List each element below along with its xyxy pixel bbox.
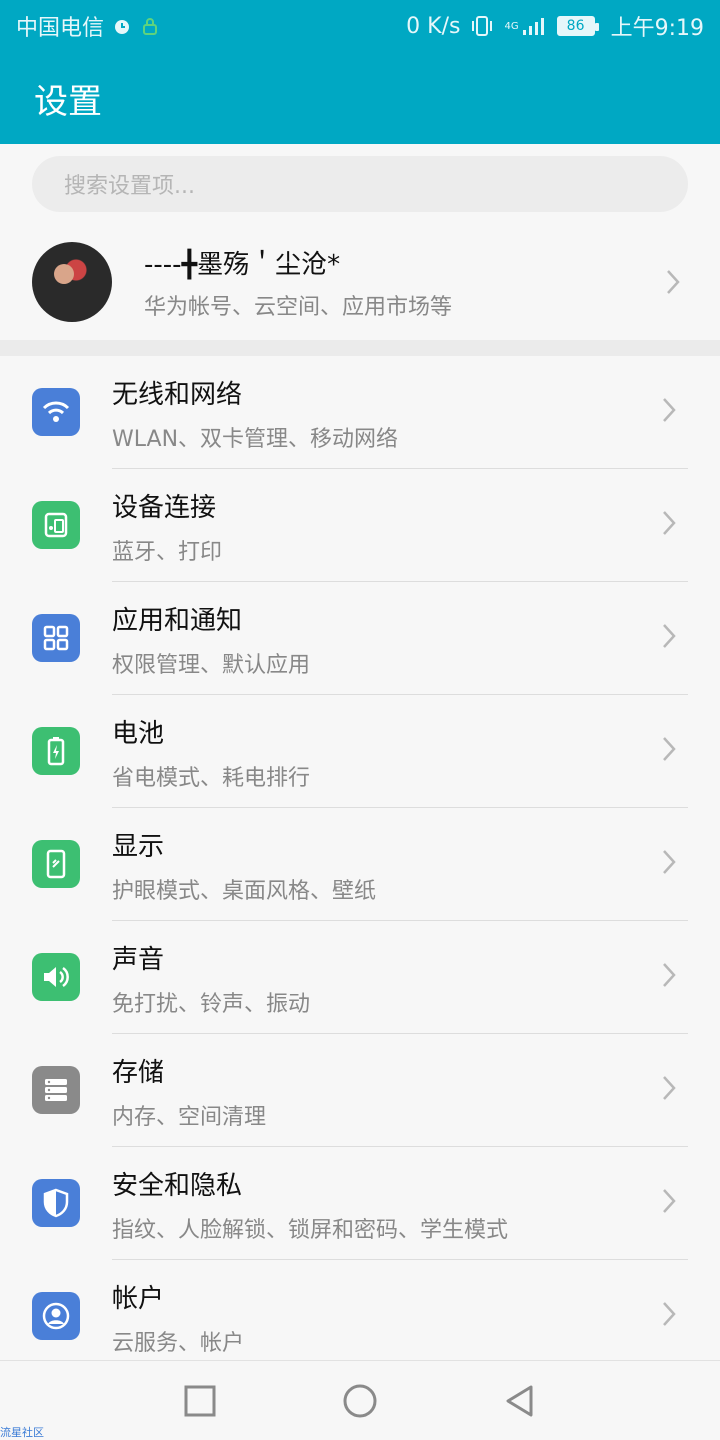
item-title: 设备连接	[112, 493, 217, 523]
item-title: 应用和通知	[112, 606, 243, 636]
settings-content[interactable]: 搜索设置项... ----╋墨殇＇尘沧* 华为帐号、云空间、应用市场等 无线和网…	[0, 144, 720, 1360]
vibrate-icon	[470, 15, 494, 37]
navigation-bar	[0, 1360, 720, 1440]
item-title: 无线和网络	[112, 380, 243, 410]
account-icon	[32, 1292, 80, 1340]
signal-icon: 4G	[504, 16, 546, 36]
item-subtitle: 免打扰、铃声、振动	[112, 992, 311, 1017]
back-button[interactable]	[440, 1361, 600, 1440]
speaker-icon	[32, 953, 80, 1001]
home-button[interactable]	[280, 1361, 440, 1440]
item-subtitle: 蓝牙、打印	[112, 540, 223, 565]
page-title: 设置	[34, 81, 102, 122]
settings-item-device-connection[interactable]: 设备连接 蓝牙、打印	[0, 469, 720, 582]
search-placeholder: 搜索设置项...	[64, 174, 195, 199]
item-title: 电池	[112, 719, 165, 749]
clock: 上午9:19	[610, 16, 704, 41]
item-subtitle: 省电模式、耗电排行	[112, 766, 311, 791]
section-divider	[0, 340, 720, 356]
device-connection-icon	[32, 501, 80, 549]
network-speed: 0 K/s	[406, 13, 461, 39]
item-title: 声音	[112, 945, 165, 975]
item-title: 显示	[112, 832, 165, 862]
shield-icon	[32, 1179, 80, 1227]
chevron-right-icon	[658, 268, 688, 296]
item-title: 安全和隐私	[112, 1171, 243, 1201]
chevron-right-icon	[654, 509, 684, 537]
display-icon	[32, 840, 80, 888]
recent-apps-button[interactable]	[120, 1361, 280, 1440]
battery-indicator: 86	[556, 16, 599, 36]
account-subtitle: 华为帐号、云空间、应用市场等	[144, 294, 453, 320]
search-container: 搜索设置项...	[0, 144, 720, 224]
settings-list: 无线和网络 WLAN、双卡管理、移动网络 设备连接 蓝牙、打印 应用和通知 权限…	[0, 356, 720, 1360]
item-subtitle: 云服务、帐户	[112, 1331, 245, 1356]
chevron-right-icon	[654, 1300, 684, 1328]
item-subtitle: WLAN、双卡管理、移动网络	[112, 427, 399, 452]
chevron-right-icon	[654, 961, 684, 989]
back-triangle-icon	[506, 1385, 533, 1416]
lock-notification-icon	[140, 16, 160, 36]
settings-item-sound[interactable]: 声音 免打扰、铃声、振动	[0, 921, 720, 1034]
item-title: 存储	[112, 1058, 165, 1088]
chevron-right-icon	[654, 735, 684, 763]
watermark-text: 流星社区	[0, 1426, 44, 1439]
alarm-icon	[112, 16, 132, 36]
item-subtitle: 护眼模式、桌面风格、壁纸	[112, 879, 377, 904]
wifi-icon	[32, 388, 80, 436]
app-bar: 设置	[0, 52, 720, 144]
chevron-right-icon	[654, 1074, 684, 1102]
storage-icon	[32, 1066, 80, 1114]
chevron-right-icon	[654, 1187, 684, 1215]
settings-item-storage[interactable]: 存储 内存、空间清理	[0, 1034, 720, 1147]
account-row[interactable]: ----╋墨殇＇尘沧* 华为帐号、云空间、应用市场等	[0, 224, 720, 340]
settings-item-security-privacy[interactable]: 安全和隐私 指纹、人脸解锁、锁屏和密码、学生模式	[0, 1147, 720, 1260]
network-type: 4G	[504, 20, 519, 32]
item-subtitle: 内存、空间清理	[112, 1105, 267, 1130]
settings-item-wireless-network[interactable]: 无线和网络 WLAN、双卡管理、移动网络	[0, 356, 720, 469]
chevron-right-icon	[654, 848, 684, 876]
item-title: 帐户	[112, 1284, 165, 1314]
item-subtitle: 权限管理、默认应用	[112, 653, 311, 678]
apps-grid-icon	[32, 614, 80, 662]
chevron-right-icon	[654, 622, 684, 650]
account-name: ----╋墨殇＇尘沧*	[144, 249, 341, 280]
item-subtitle: 指纹、人脸解锁、锁屏和密码、学生模式	[112, 1218, 509, 1243]
battery-icon	[32, 727, 80, 775]
square-icon	[184, 1385, 216, 1416]
avatar	[32, 242, 112, 322]
settings-item-account[interactable]: 帐户 云服务、帐户	[0, 1260, 720, 1360]
settings-item-apps-notifications[interactable]: 应用和通知 权限管理、默认应用	[0, 582, 720, 695]
search-input[interactable]: 搜索设置项...	[32, 156, 688, 212]
chevron-right-icon	[654, 396, 684, 424]
circle-icon	[343, 1384, 377, 1417]
settings-item-battery[interactable]: 电池 省电模式、耗电排行	[0, 695, 720, 808]
settings-item-display[interactable]: 显示 护眼模式、桌面风格、壁纸	[0, 808, 720, 921]
carrier-label: 中国电信	[16, 16, 105, 41]
status-bar: 中国电信 0 K/s 4G 86 上午9:19	[0, 0, 720, 52]
